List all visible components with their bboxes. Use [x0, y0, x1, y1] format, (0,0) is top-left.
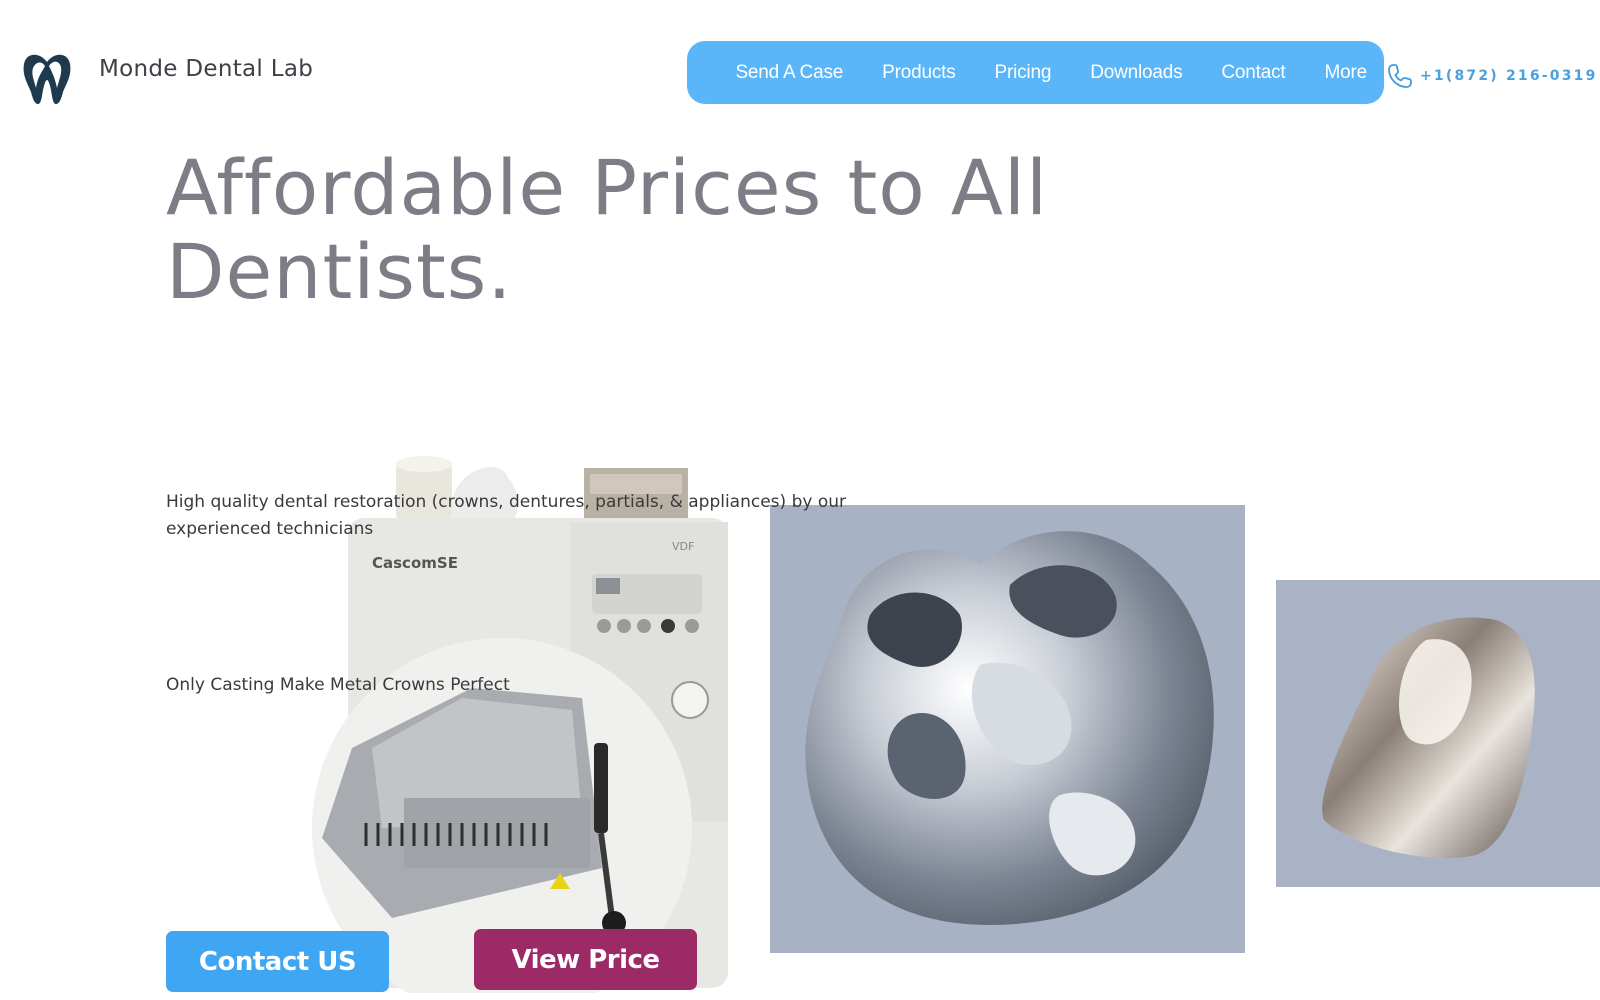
phone-icon	[1388, 64, 1412, 88]
contact-us-button[interactable]: Contact US	[166, 931, 389, 992]
hero-subtitle: Only Casting Make Metal Crowns Perfect	[166, 675, 510, 695]
metal-crown-image	[770, 505, 1245, 953]
brand-name[interactable]: Monde Dental Lab	[99, 56, 313, 82]
nav-item-products[interactable]: Products	[882, 62, 956, 84]
phone-link[interactable]: +1(872) 216-0319	[1386, 62, 1598, 90]
phone-number[interactable]: +1(872) 216-0319	[1420, 68, 1598, 84]
tooth-icon[interactable]	[20, 48, 74, 106]
hero-description: High quality dental restoration (crowns,…	[166, 492, 846, 539]
view-price-button[interactable]: View Price	[474, 929, 697, 990]
nav-item-contact[interactable]: Contact	[1221, 62, 1285, 84]
nav-item-pricing[interactable]: Pricing	[995, 62, 1052, 84]
page: Monde Dental Lab Send A Case Products Pr…	[0, 0, 1600, 1000]
hero-title: Affordable Prices to All Dentists.	[166, 143, 1049, 316]
machine-brand-label: CascomSE	[372, 554, 458, 572]
metal-tooth-crown-image	[1276, 580, 1600, 887]
nav-item-more[interactable]: More	[1325, 62, 1368, 84]
nav-item-send-a-case[interactable]: Send A Case	[735, 62, 843, 84]
main-nav: Send A Case Products Pricing Downloads C…	[687, 41, 1384, 104]
nav-item-downloads[interactable]: Downloads	[1090, 62, 1182, 84]
